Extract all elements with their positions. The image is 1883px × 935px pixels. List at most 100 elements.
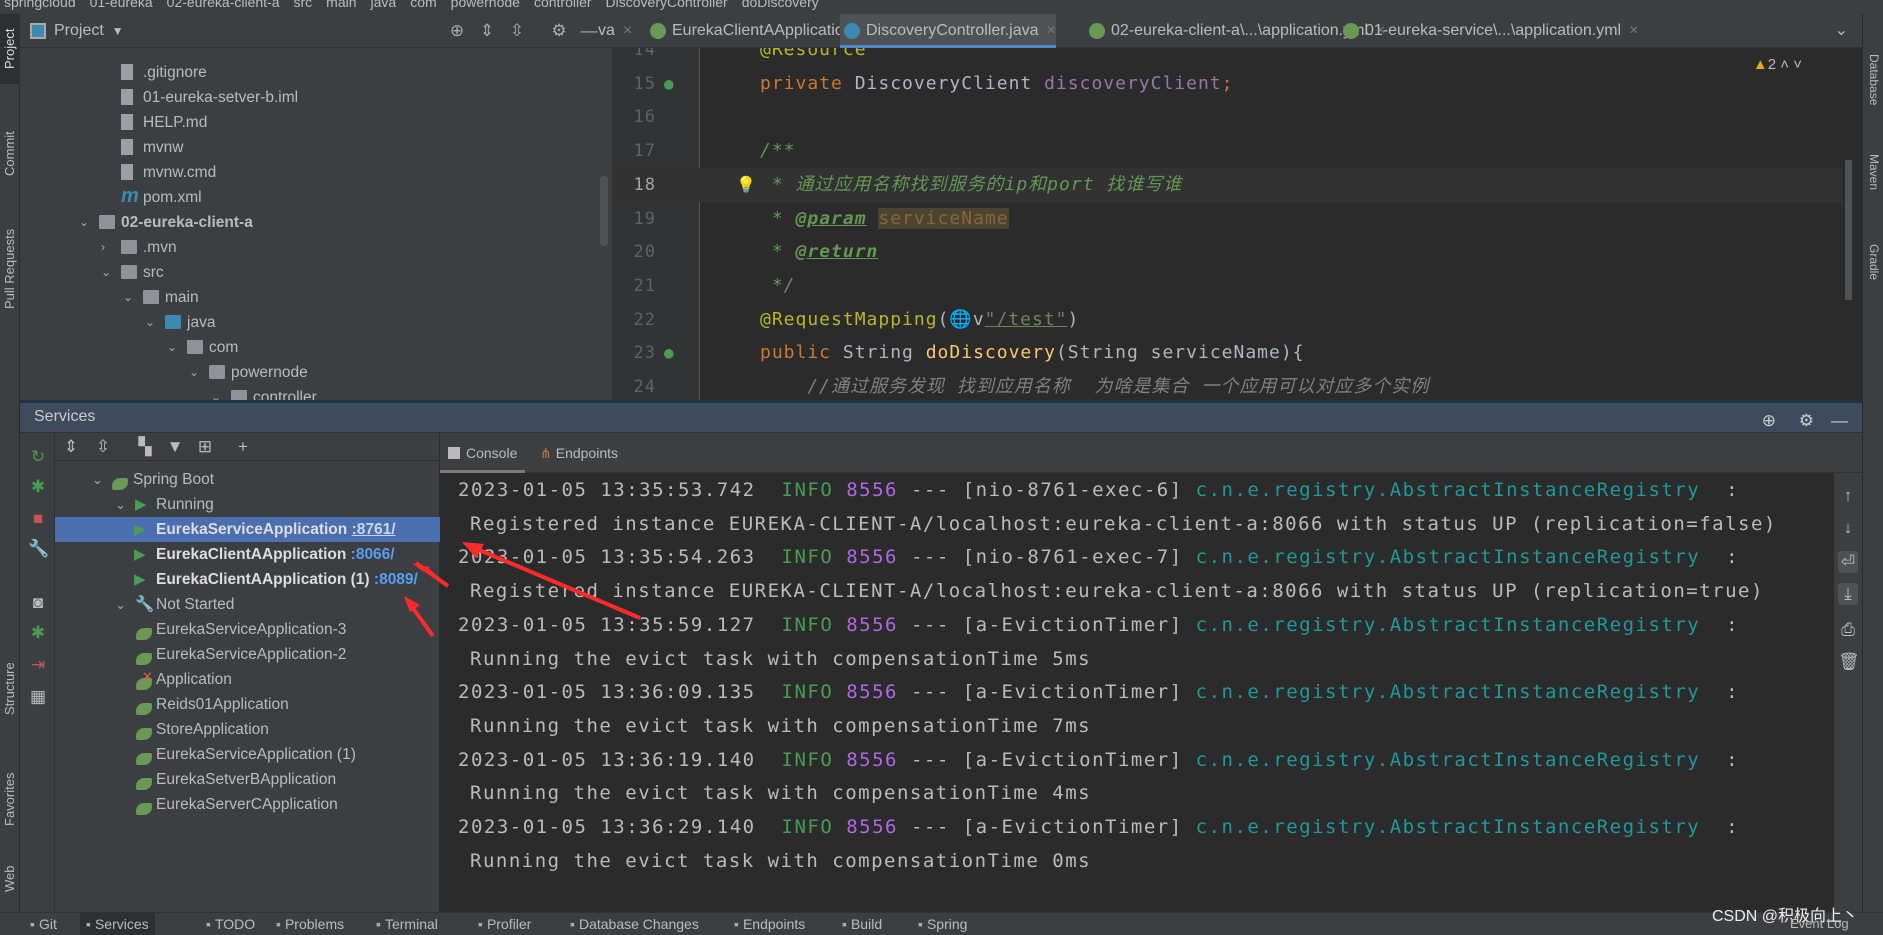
- scroll-down-icon[interactable]: ↓: [1838, 517, 1858, 539]
- attach-debugger-icon[interactable]: ✱: [28, 623, 48, 643]
- service-tree-item[interactable]: ⌄ ▶ Running: [55, 492, 440, 517]
- bottom-tab-terminal[interactable]: ▪ Terminal: [376, 913, 438, 935]
- breadcrumb-item[interactable]: controller: [534, 0, 592, 10]
- stripe-gradle[interactable]: Gradle: [1863, 244, 1883, 280]
- breadcrumb-item[interactable]: springcloud: [4, 0, 76, 10]
- close-icon[interactable]: ×: [1629, 22, 1638, 39]
- code-editor[interactable]: 14 @Resource 15 ● private DiscoveryClient di…: [612, 48, 1862, 400]
- breadcrumb-item[interactable]: java: [371, 0, 397, 10]
- group-by-icon[interactable]: ▚: [135, 437, 155, 457]
- project-title[interactable]: Project: [54, 22, 104, 40]
- expand-all-icon[interactable]: ⇕: [61, 437, 81, 457]
- project-tree-item[interactable]: ⌄ java: [20, 310, 590, 335]
- stripe-maven[interactable]: Maven: [1863, 154, 1883, 190]
- chevron-down-icon[interactable]: ⌄: [167, 335, 181, 360]
- chevron-down-icon[interactable]: ⌄: [79, 210, 93, 235]
- tab-list-chevron-icon[interactable]: ⌄: [1835, 20, 1848, 40]
- chevron-down-icon[interactable]: ⌄: [115, 592, 126, 617]
- trash-icon[interactable]: 🗑: [1838, 651, 1860, 673]
- breadcrumb-item[interactable]: main: [326, 0, 356, 10]
- collapse-all-icon[interactable]: ⇳: [93, 437, 113, 457]
- filter-icon[interactable]: ▼: [165, 437, 185, 457]
- add-service-icon[interactable]: +: [233, 437, 253, 457]
- editor-tab[interactable]: va ×: [598, 14, 632, 48]
- breadcrumb-item[interactable]: powernode: [451, 0, 520, 10]
- hide-icon[interactable]: —: [580, 22, 598, 40]
- chevron-down-icon[interactable]: ▼: [112, 24, 124, 38]
- inspection-widget[interactable]: ▲2 ˄ ˅: [1753, 56, 1802, 73]
- stop-icon[interactable]: ■: [28, 509, 48, 529]
- project-tree-item[interactable]: ⌄ powernode: [20, 360, 590, 385]
- breadcrumb-item[interactable]: DiscoveryController: [606, 0, 728, 10]
- service-tree-item[interactable]: EurekaServerCApplication: [55, 792, 440, 817]
- scroll-up-icon[interactable]: ↑: [1838, 485, 1858, 507]
- project-tree-item[interactable]: ⌄ com: [20, 335, 590, 360]
- chevron-down-icon[interactable]: ⌄: [123, 285, 137, 310]
- breadcrumb-item[interactable]: 01-eureka: [90, 0, 153, 10]
- service-tree-item[interactable]: EurekaSetverBApplication: [55, 767, 440, 792]
- console-output[interactable]: 2023-01-05 13:35:53.742 INFO 8556 --- [n…: [440, 473, 1834, 915]
- project-tree-item[interactable]: mvnw.cmd: [20, 160, 590, 185]
- prev-highlight-icon[interactable]: ˄: [1780, 56, 1789, 73]
- service-port-link[interactable]: :8761/: [352, 521, 396, 538]
- service-tree-item[interactable]: EurekaServiceApplication-2: [55, 642, 440, 667]
- stripe-favorites[interactable]: Favorites: [0, 754, 20, 844]
- service-tree-item[interactable]: ▶ EurekaClientAApplication :8066/: [55, 542, 440, 567]
- service-tree-item[interactable]: ▶ EurekaClientAApplication (1) :8089/: [55, 567, 440, 592]
- soft-wrap-icon[interactable]: ⏎: [1838, 551, 1858, 573]
- close-icon[interactable]: ×: [623, 22, 632, 39]
- gear-icon[interactable]: ⚙: [1799, 407, 1814, 435]
- editor-tab[interactable]: DiscoveryController.java ×: [840, 14, 1056, 48]
- project-tree-item[interactable]: m pom.xml: [20, 185, 590, 210]
- close-icon[interactable]: ×: [1047, 22, 1056, 39]
- bottom-tab-endpoints[interactable]: ▪ Endpoints: [734, 913, 805, 935]
- project-tree-item[interactable]: .gitignore: [20, 60, 590, 85]
- editor-scrollbar[interactable]: [1845, 160, 1852, 300]
- project-tree-item[interactable]: mvnw: [20, 135, 590, 160]
- bottom-tab-database-changes[interactable]: ▪ Database Changes: [570, 913, 699, 935]
- hide-icon[interactable]: —: [1831, 407, 1848, 435]
- bottom-tab-git[interactable]: ▪ Git: [30, 913, 57, 935]
- stripe-pull-requests[interactable]: Pull Requests: [0, 214, 20, 324]
- service-tree-item[interactable]: ⌄ 🔧 Not Started: [55, 592, 440, 617]
- rerun-icon[interactable]: ↻: [28, 447, 48, 467]
- wrench-icon[interactable]: 🔧: [28, 539, 49, 559]
- project-tree-item[interactable]: HELP.md: [20, 110, 590, 135]
- import-icon[interactable]: ⇥: [28, 655, 48, 675]
- service-tree-item[interactable]: EurekaServiceApplication (1): [55, 742, 440, 767]
- tab-console[interactable]: Console: [440, 433, 526, 473]
- chevron-right-icon[interactable]: ›: [101, 235, 115, 260]
- service-port-link[interactable]: :8066/: [351, 546, 395, 563]
- service-tree-item[interactable]: Reids01Application: [55, 692, 440, 717]
- service-port-link[interactable]: :8089/: [374, 571, 418, 588]
- bottom-tab-profiler[interactable]: ▪ Profiler: [478, 913, 531, 935]
- bulb-icon[interactable]: 💡: [736, 168, 757, 202]
- chevron-down-icon[interactable]: ⌄: [101, 260, 115, 285]
- project-tree-item[interactable]: ⌄ src: [20, 260, 590, 285]
- stripe-web[interactable]: Web: [0, 854, 20, 904]
- locate-icon[interactable]: ⊕: [1762, 407, 1776, 435]
- camera-icon[interactable]: ◙: [28, 593, 48, 613]
- event-log-button[interactable]: Event Log: [1790, 916, 1849, 931]
- expand-all-icon[interactable]: ⇕: [478, 22, 496, 40]
- service-tree-item[interactable]: ⌄ Spring Boot: [55, 467, 440, 492]
- scroll-to-end-icon[interactable]: ⤓: [1838, 583, 1858, 605]
- stripe-structure[interactable]: Structure: [0, 644, 20, 734]
- chevron-down-icon[interactable]: ⌄: [115, 492, 126, 517]
- debug-icon[interactable]: ✱: [28, 477, 48, 497]
- breadcrumb-item[interactable]: doDiscovery: [742, 0, 819, 10]
- new-tab-icon[interactable]: ⊞: [195, 437, 215, 457]
- service-tree-item[interactable]: StoreApplication: [55, 717, 440, 742]
- collapse-all-icon[interactable]: ⇳: [508, 22, 526, 40]
- bottom-tab-todo[interactable]: ▪ TODO: [206, 913, 255, 935]
- gear-icon[interactable]: ⚙: [550, 22, 568, 40]
- project-scrollbar[interactable]: [600, 176, 608, 246]
- breadcrumb-item[interactable]: 02-eureka-client-a: [167, 0, 280, 10]
- service-tree-item[interactable]: ✕ Application: [55, 667, 440, 692]
- service-tree-item[interactable]: ▶ EurekaServiceApplication :8761/: [55, 517, 440, 542]
- tab-endpoints[interactable]: ⋔ Endpoints: [540, 433, 618, 473]
- chevron-down-icon[interactable]: ⌄: [145, 310, 159, 335]
- next-highlight-icon[interactable]: ˅: [1793, 56, 1802, 73]
- stripe-commit[interactable]: Commit: [0, 114, 20, 194]
- endpoint-icon[interactable]: ●: [664, 336, 675, 370]
